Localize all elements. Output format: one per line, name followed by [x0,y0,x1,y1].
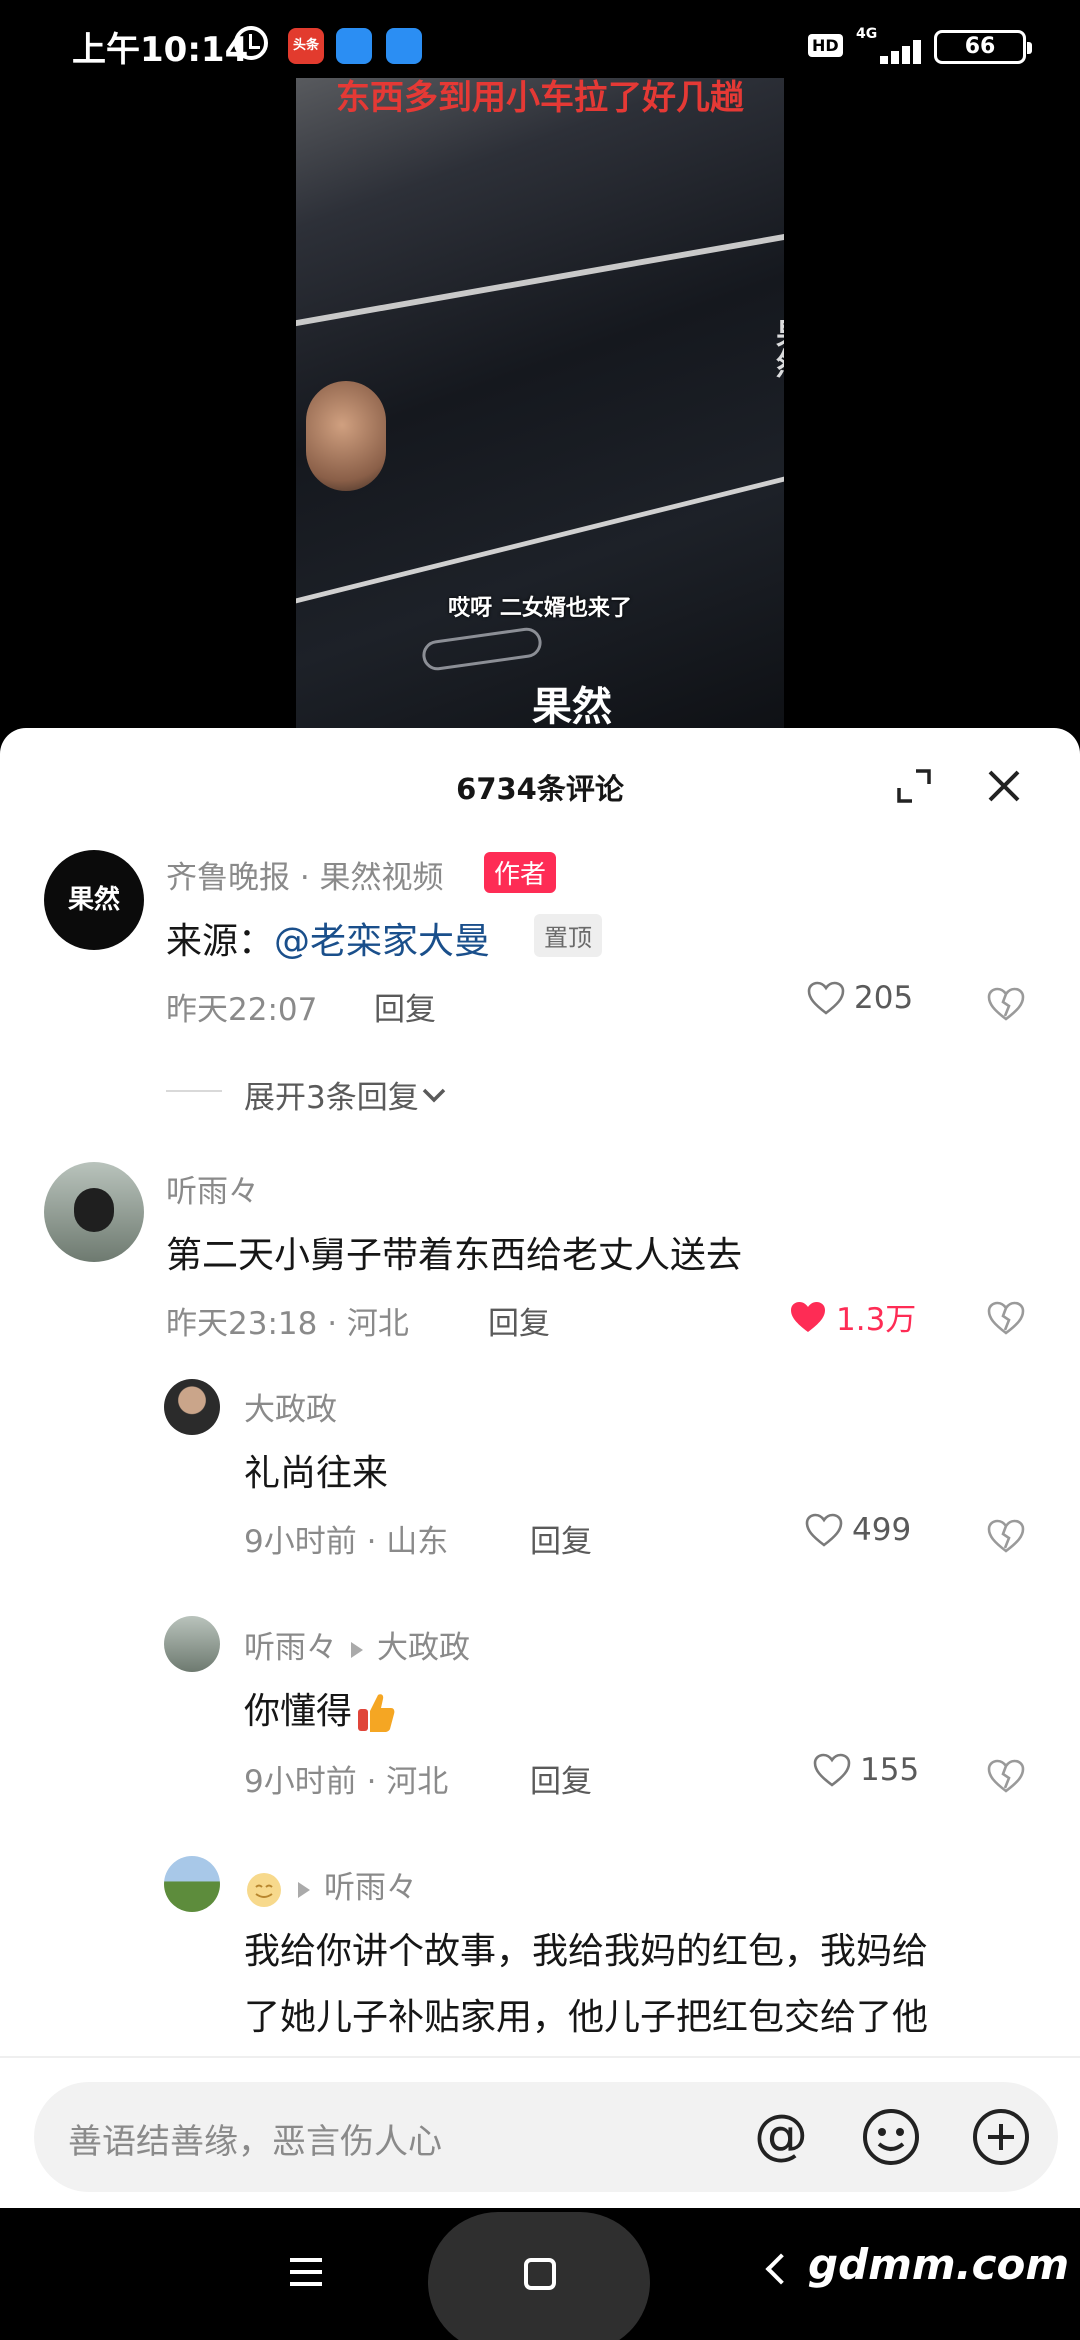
weather-app-icon [386,28,422,64]
dislike-icon[interactable] [986,1518,1026,1554]
reply-author-line[interactable]: 听雨々 大政政 [244,1622,470,1667]
like-button[interactable]: 499 [804,1512,911,1548]
person-face [306,381,386,491]
comment-text[interactable]: 来源：@老栾家大曼 [166,912,490,964]
comment-time-location: 昨天23:18 · 河北 [166,1306,409,1342]
like-count: 155 [860,1752,920,1788]
hd-icon: HD [808,34,843,57]
avatar[interactable] [164,1856,220,1912]
reply-button[interactable]: 回复 [530,1756,592,1801]
heart-filled-icon [791,1301,825,1332]
close-icon[interactable] [984,766,1024,806]
reply-button[interactable]: 回复 [374,984,436,1029]
reply-author[interactable]: 大政政 [244,1384,337,1429]
svg-text:@: @ [754,2106,808,2166]
reply-text-line1[interactable]: 我给你讲个故事，我给我妈的红包，我妈给 [244,1922,928,1974]
author-badge: 作者 [484,852,557,893]
door-handle [420,625,544,673]
input-placeholder: 善语结善缘，恶言伤人心 [68,2122,442,2162]
divider-line [166,1090,222,1092]
comment-author[interactable]: 听雨々 [166,1166,259,1211]
expand-icon[interactable] [896,768,932,804]
reply-to-arrow-icon [351,1641,363,1658]
dislike-icon[interactable] [986,986,1026,1022]
like-count: 205 [854,980,914,1016]
cloud-app-icon [336,28,372,64]
alarm-icon [234,26,268,60]
comment-author[interactable]: 齐鲁晚报 · 果然视频 [166,852,444,897]
reply-text-line2[interactable]: 了她儿子补贴家用，他儿子把红包交给了他 [244,1988,928,2040]
reply-to-arrow-icon [298,1881,310,1898]
avatar[interactable] [164,1616,220,1672]
comments-sheet: 6734条评论 果然 齐鲁晚报 · 果然视频 作者 来源：@老栾家大曼 置顶 昨… [0,728,1080,2208]
dislike-icon[interactable] [986,1300,1026,1336]
chevron-down-icon [422,1088,445,1102]
heart-icon [807,981,845,1015]
reply-time-location: 9小时前 · 山东 [244,1524,449,1560]
comment-text[interactable]: 第二天小舅子带着东西给老丈人送去 [166,1226,742,1278]
reply-time-location: 9小时前 · 河北 [244,1764,449,1800]
system-nav-bar: gdmm.com [0,2208,1080,2340]
status-time: 上午10:14 [72,30,249,70]
expand-replies-button[interactable]: 展开3条回复 [244,1072,449,1117]
reply-button[interactable]: 回复 [530,1516,592,1561]
mention-at-icon[interactable]: @ [750,2106,812,2168]
reply-text[interactable]: 你懂得 [244,1682,396,1735]
mention-link[interactable]: @老栾家大曼 [274,921,490,962]
menu-icon[interactable] [290,2258,322,2286]
smiley-emoji-icon [247,1872,281,1907]
video-watermark: 果然 [770,318,784,378]
reply-author-line[interactable]: 听雨々 [244,1862,417,1910]
like-count: 499 [852,1512,912,1548]
home-icon[interactable] [524,2258,556,2290]
avatar[interactable] [164,1379,220,1435]
like-button[interactable]: 1.3万 [788,1294,916,1339]
pinned-badge: 置顶 [534,914,602,957]
video-top-caption: 东西多到用小车拉了好几趟 [336,78,744,118]
status-bar: 上午10:14 头条 HD 4G 66 [0,0,1080,80]
comment-input-bar: 善语结善缘，恶言伤人心 @ [0,2056,1080,2208]
avatar[interactable] [44,1162,144,1262]
video-subtitle: 哎呀 二女婿也来了 [448,596,632,621]
like-count: 1.3万 [836,1302,917,1338]
network-type: 4G [856,26,878,42]
video-watermark-bottom: 果然 [532,684,612,730]
add-icon[interactable] [970,2106,1032,2168]
reply-text[interactable]: 礼尚往来 [244,1444,388,1496]
car-window-image [296,206,784,626]
toutiao-app-icon: 头条 [288,28,324,64]
video-player[interactable]: 东西多到用小车拉了好几趟 果然 哎呀 二女婿也来了 果然 [296,78,784,738]
reply-button[interactable]: 回复 [488,1298,550,1343]
heart-icon [805,1513,843,1547]
like-button[interactable]: 155 [812,1752,919,1788]
battery-icon: 66 [934,30,1032,64]
comment-time: 昨天22:07 [166,992,318,1028]
avatar[interactable]: 果然 [44,850,144,950]
like-button[interactable]: 205 [806,980,913,1016]
emoji-icon[interactable] [860,2106,922,2168]
thumbs-up-icon [358,1694,395,1732]
heart-icon [813,1753,851,1787]
comment-input[interactable]: 善语结善缘，恶言伤人心 @ [34,2082,1058,2192]
site-watermark: gdmm.com [808,2240,1070,2289]
back-icon[interactable] [765,2253,797,2285]
dislike-icon[interactable] [986,1758,1026,1794]
